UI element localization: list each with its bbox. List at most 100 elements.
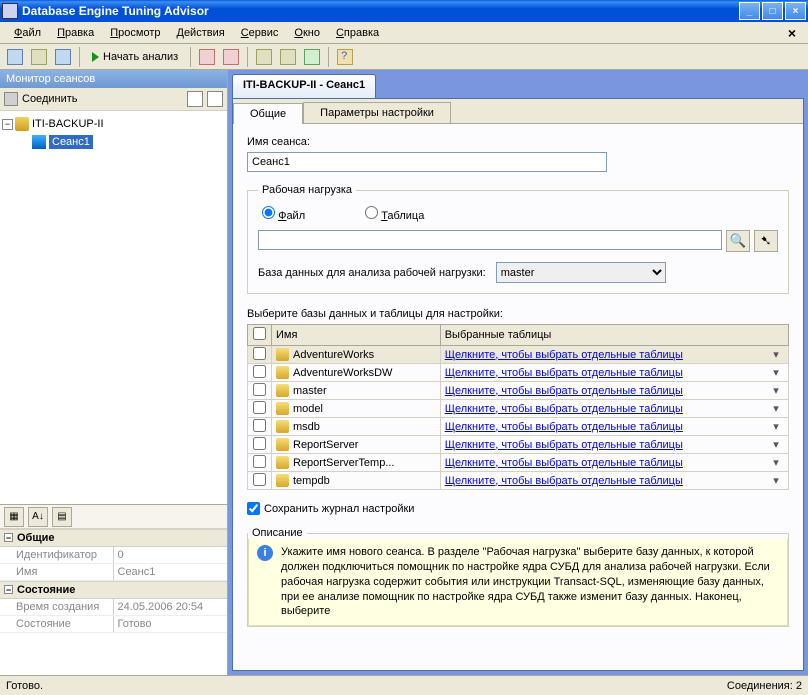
database-icon <box>276 366 289 379</box>
prop-row-created: Время создания24.05.2006 20:54 <box>0 599 227 616</box>
save-log-checkbox[interactable]: Сохранить журнал настройки <box>247 502 789 515</box>
dropdown-icon[interactable]: ▾ <box>768 384 784 397</box>
table-row[interactable]: msdbЩелкните, чтобы выбрать отдельные та… <box>248 418 789 436</box>
row-checkbox[interactable] <box>253 347 266 360</box>
menu-help[interactable]: Справка <box>328 25 387 41</box>
col-name[interactable]: Имя <box>272 325 441 346</box>
tool-paste-icon[interactable] <box>277 46 299 68</box>
status-connections: Соединения: 2 <box>727 680 802 692</box>
table-row[interactable]: ReportServer Щелкните, чтобы выбрать отде… <box>248 436 789 454</box>
dropdown-icon[interactable]: ▾ <box>768 474 784 487</box>
menu-file[interactable]: Файл <box>6 25 49 41</box>
database-icon <box>276 348 289 361</box>
row-checkbox[interactable] <box>253 365 266 378</box>
binoculars-icon: 🔍 <box>730 233 747 249</box>
select-tables-link[interactable]: Щелкните, чтобы выбрать отдельные таблиц… <box>445 475 768 487</box>
browse-table-button[interactable]: ➷ <box>754 230 778 252</box>
select-tables-link[interactable]: Щелкните, чтобы выбрать отдельные таблиц… <box>445 421 768 433</box>
db-name: ReportServer <box>293 439 358 451</box>
prop-sort-icon[interactable]: A↓ <box>28 507 48 527</box>
dropdown-icon[interactable]: ▾ <box>768 420 784 433</box>
menu-view[interactable]: Просмотр <box>102 25 168 41</box>
menu-edit[interactable]: Правка <box>49 25 102 41</box>
menubar: Файл Правка Просмотр Действия Сервис Окн… <box>0 22 808 44</box>
prop-categorize-icon[interactable]: ▦ <box>4 507 24 527</box>
tool-help-icon[interactable] <box>334 46 356 68</box>
table-row[interactable]: ReportServerTemp... Щелкните, чтобы выбра… <box>248 454 789 472</box>
database-icon <box>276 438 289 451</box>
close-button[interactable]: × <box>785 2 806 20</box>
table-row[interactable]: AdventureWorksDW Щелкните, чтобы выбрать … <box>248 364 789 382</box>
statusbar: Готово. Соединения: 2 <box>0 675 808 695</box>
tab-general[interactable]: Общие <box>233 103 303 124</box>
start-analysis-button[interactable]: Начать анализ <box>85 46 185 68</box>
row-checkbox[interactable] <box>253 401 266 414</box>
row-checkbox[interactable] <box>253 419 266 432</box>
session-name-input[interactable] <box>247 152 607 172</box>
prop-row-id: Идентификатор0 <box>0 547 227 564</box>
select-tables-link[interactable]: Щелкните, чтобы выбрать отдельные таблиц… <box>445 367 768 379</box>
select-tables-link[interactable]: Щелкните, чтобы выбрать отдельные таблиц… <box>445 439 768 451</box>
plug-icon <box>4 92 18 106</box>
session-tree[interactable]: − ITI-BACKUP-II Сеанс1 <box>0 111 227 505</box>
server-label: ITI-BACKUP-II <box>32 118 104 130</box>
tool-new-icon[interactable] <box>4 46 26 68</box>
prop-pages-icon[interactable]: ▤ <box>52 507 72 527</box>
tree-server-node[interactable]: − ITI-BACKUP-II <box>2 115 225 133</box>
left-pane: Монитор сеансов Соединить − ITI-BACKUP-I… <box>0 70 228 675</box>
row-checkbox[interactable] <box>253 473 266 486</box>
tool-copy-icon[interactable] <box>253 46 275 68</box>
document-tab[interactable]: ITI-BACKUP-II - Сеанс1 <box>232 74 376 98</box>
tab-parameters[interactable]: Параметры настройки <box>303 102 451 123</box>
dropdown-icon[interactable]: ▾ <box>768 366 784 379</box>
menu-window[interactable]: Окно <box>286 25 328 41</box>
minimize-button[interactable]: _ <box>739 2 760 20</box>
select-tables-link[interactable]: Щелкните, чтобы выбрать отдельные таблиц… <box>445 457 768 469</box>
description-legend: Описание <box>248 527 307 539</box>
db-name: AdventureWorksDW <box>293 367 392 379</box>
db-analysis-select[interactable]: master <box>496 262 666 283</box>
database-icon <box>276 474 289 487</box>
prop-cat-state[interactable]: −Состояние <box>0 581 227 599</box>
tool-open-icon[interactable] <box>28 46 50 68</box>
select-tables-link[interactable]: Щелкните, чтобы выбрать отдельные таблиц… <box>445 403 768 415</box>
mdi-close-button[interactable]: × <box>782 25 802 41</box>
app-icon <box>2 3 18 19</box>
workload-file-input[interactable] <box>258 230 722 250</box>
dropdown-icon[interactable]: ▾ <box>768 402 784 415</box>
tool-stop-icon[interactable] <box>196 46 218 68</box>
tool-save-icon[interactable] <box>52 46 74 68</box>
table-row[interactable]: masterЩелкните, чтобы выбрать отдельные … <box>248 382 789 400</box>
monitor-refresh-icon[interactable] <box>187 91 203 107</box>
select-all-checkbox[interactable] <box>253 327 266 340</box>
monitor-delete-icon[interactable] <box>207 91 223 107</box>
expander-icon[interactable]: − <box>2 119 13 130</box>
table-row[interactable]: tempdb Щелкните, чтобы выбрать отдельные … <box>248 472 789 490</box>
connect-button[interactable]: Соединить <box>22 93 78 105</box>
row-checkbox[interactable] <box>253 383 266 396</box>
radio-file[interactable]: Файл <box>262 206 305 222</box>
row-checkbox[interactable] <box>253 455 266 468</box>
db-name: tempdb <box>293 475 330 487</box>
dropdown-icon[interactable]: ▾ <box>768 348 784 361</box>
menu-actions[interactable]: Действия <box>168 25 232 41</box>
col-tables[interactable]: Выбранные таблицы <box>440 325 788 346</box>
monitor-header: Монитор сеансов <box>0 70 227 88</box>
tool-pause-icon[interactable] <box>220 46 242 68</box>
table-row[interactable]: AdventureWorksЩелкните, чтобы выбрать от… <box>248 346 789 364</box>
browse-file-button[interactable]: 🔍 <box>726 230 750 252</box>
prop-cat-general[interactable]: −Общие <box>0 529 227 547</box>
dropdown-icon[interactable]: ▾ <box>768 456 784 469</box>
tool-report-icon[interactable] <box>301 46 323 68</box>
right-pane: ITI-BACKUP-II - Сеанс1 Общие Параметры н… <box>228 70 808 675</box>
db-name: ReportServerTemp... <box>293 457 394 469</box>
radio-table[interactable]: Таблица <box>365 206 424 222</box>
row-checkbox[interactable] <box>253 437 266 450</box>
menu-service[interactable]: Сервис <box>233 25 287 41</box>
select-tables-link[interactable]: Щелкните, чтобы выбрать отдельные таблиц… <box>445 385 768 397</box>
maximize-button[interactable]: □ <box>762 2 783 20</box>
table-row[interactable]: modelЩелкните, чтобы выбрать отдельные т… <box>248 400 789 418</box>
tree-session-node[interactable]: Сеанс1 <box>2 133 225 151</box>
select-tables-link[interactable]: Щелкните, чтобы выбрать отдельные таблиц… <box>445 349 768 361</box>
dropdown-icon[interactable]: ▾ <box>768 438 784 451</box>
